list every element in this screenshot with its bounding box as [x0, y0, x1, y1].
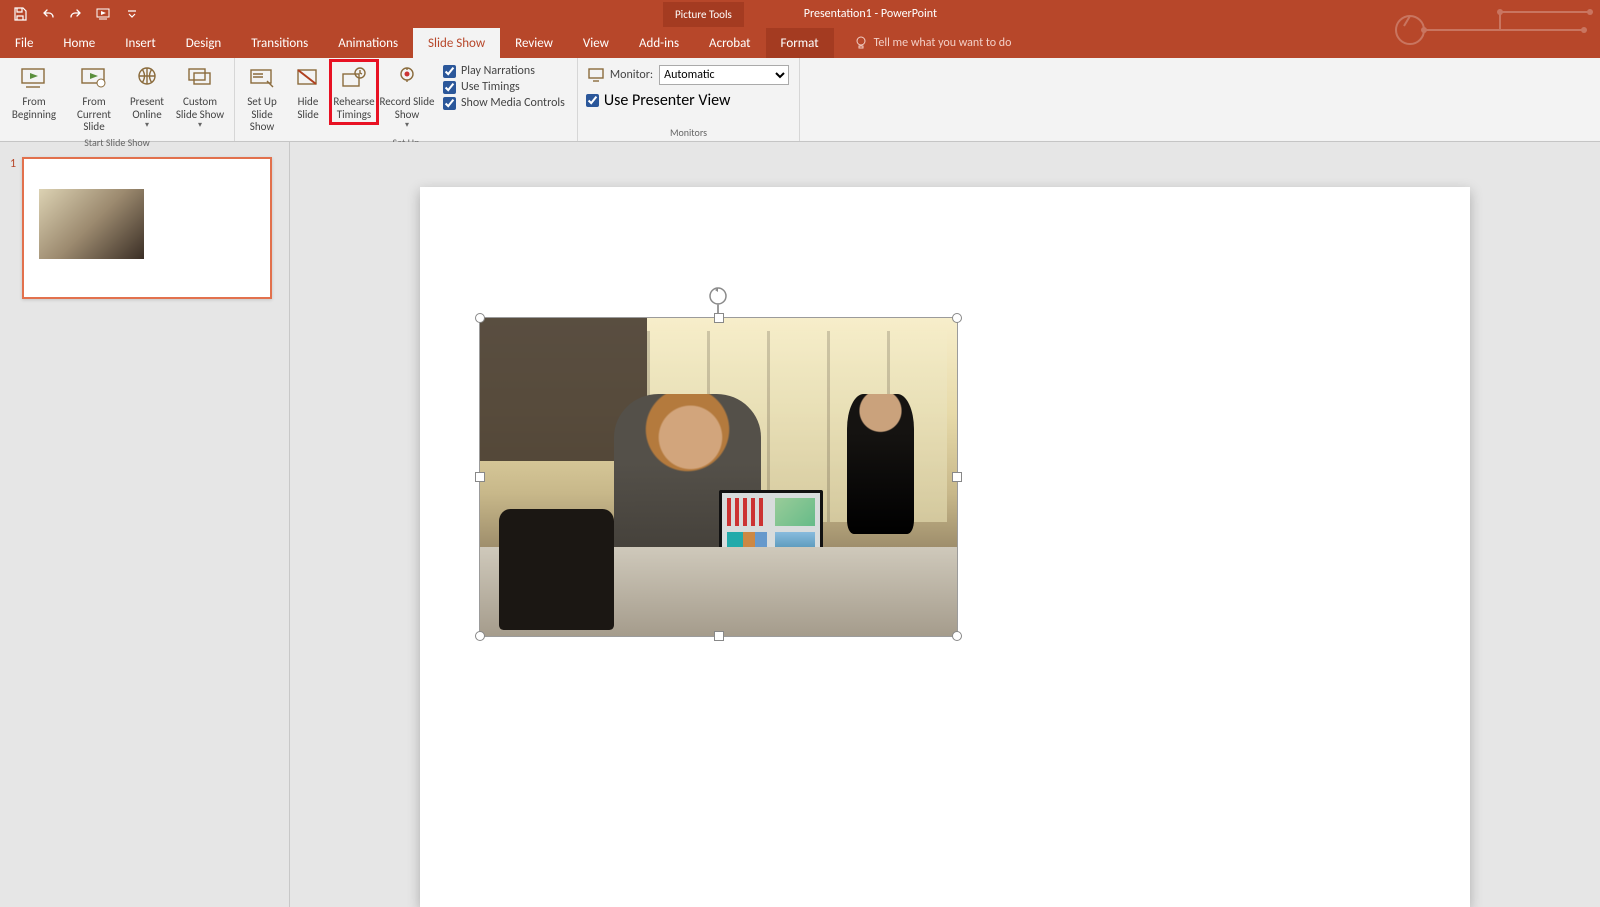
tab-slide-show[interactable]: Slide Show [413, 28, 500, 58]
lightbulb-icon [854, 36, 868, 50]
from-beginning-button[interactable]: From Beginning [4, 61, 64, 123]
rehearse-timings-button[interactable]: Rehearse Timings [331, 61, 377, 123]
set-up-icon [247, 63, 277, 93]
group-label-monitors: Monitors [582, 126, 795, 141]
use-timings-checkbox[interactable]: Use Timings [443, 80, 565, 94]
group-set-up: Set Up Slide Show Hide Slide Rehearse Ti… [235, 58, 578, 141]
group-label-start: Start Slide Show [4, 136, 230, 151]
tab-view[interactable]: View [568, 28, 624, 58]
custom-slide-show-button[interactable]: Custom Slide Show▾ [170, 61, 230, 132]
office-photo [480, 318, 957, 636]
thumbnail-number: 1 [10, 157, 16, 171]
slide-thumbnail-1[interactable] [22, 157, 272, 299]
tab-add-ins[interactable]: Add-ins [624, 28, 694, 58]
redo-icon[interactable] [68, 6, 84, 22]
resize-handle-e[interactable] [952, 472, 962, 482]
play-from-current-icon [79, 63, 109, 93]
present-online-icon [132, 63, 162, 93]
selected-picture[interactable] [479, 317, 958, 637]
slide[interactable] [420, 187, 1470, 907]
start-from-beginning-icon[interactable] [96, 6, 112, 22]
rehearse-timings-icon [339, 63, 369, 93]
save-icon[interactable] [12, 6, 28, 22]
customize-qat-icon[interactable] [124, 6, 140, 22]
use-presenter-view-checkbox[interactable]: Use Presenter View [582, 91, 795, 110]
resize-handle-se[interactable] [952, 631, 962, 641]
monitor-label: Monitor: [610, 68, 653, 82]
play-from-start-icon [19, 63, 49, 93]
document-title: Presentation1 - PowerPoint [804, 7, 937, 21]
tab-review[interactable]: Review [500, 28, 568, 58]
tab-format[interactable]: Format [766, 28, 834, 58]
group-start-slide-show: From Beginning From Current Slide Presen… [0, 58, 235, 141]
contextual-tab-label[interactable]: Picture Tools [663, 2, 744, 27]
hide-slide-icon [293, 63, 323, 93]
tell-me-search[interactable]: Tell me what you want to do [834, 28, 1012, 58]
present-online-button[interactable]: Present Online▾ [124, 61, 170, 132]
tell-me-label: Tell me what you want to do [874, 36, 1012, 50]
custom-show-icon [185, 63, 215, 93]
resize-handle-nw[interactable] [475, 313, 485, 323]
resize-handle-s[interactable] [714, 631, 724, 641]
thumbnail-picture-icon [39, 189, 144, 259]
slide-thumbnails-pane[interactable]: 1 [0, 142, 290, 907]
workspace: 1 [0, 142, 1600, 907]
slide-canvas-area[interactable] [290, 142, 1600, 907]
resize-handle-w[interactable] [475, 472, 485, 482]
monitor-icon [588, 68, 604, 82]
ribbon: From Beginning From Current Slide Presen… [0, 58, 1600, 142]
tab-design[interactable]: Design [171, 28, 236, 58]
tab-home[interactable]: Home [48, 28, 110, 58]
quick-access-toolbar [0, 0, 140, 28]
from-current-slide-button[interactable]: From Current Slide [64, 61, 124, 136]
group-monitors: Monitor: Automatic Use Presenter View Mo… [578, 58, 800, 141]
tab-transitions[interactable]: Transitions [236, 28, 323, 58]
play-narrations-checkbox[interactable]: Play Narrations [443, 64, 565, 78]
resize-handle-ne[interactable] [952, 313, 962, 323]
monitor-select[interactable]: Automatic [659, 65, 789, 85]
title-bar: Picture Tools Presentation1 - PowerPoint [0, 0, 1600, 28]
record-icon [392, 63, 422, 93]
resize-handle-n[interactable] [714, 313, 724, 323]
tab-acrobat[interactable]: Acrobat [694, 28, 766, 58]
ribbon-tabs: File Home Insert Design Transitions Anim… [0, 28, 1600, 58]
tab-insert[interactable]: Insert [110, 28, 171, 58]
show-media-controls-checkbox[interactable]: Show Media Controls [443, 96, 565, 110]
tab-file[interactable]: File [0, 28, 48, 58]
hide-slide-button[interactable]: Hide Slide [285, 61, 331, 123]
set-up-slide-show-button[interactable]: Set Up Slide Show [239, 61, 285, 136]
record-slide-show-button[interactable]: Record Slide Show▾ [377, 61, 437, 132]
resize-handle-sw[interactable] [475, 631, 485, 641]
tab-animations[interactable]: Animations [323, 28, 413, 58]
undo-icon[interactable] [40, 6, 56, 22]
